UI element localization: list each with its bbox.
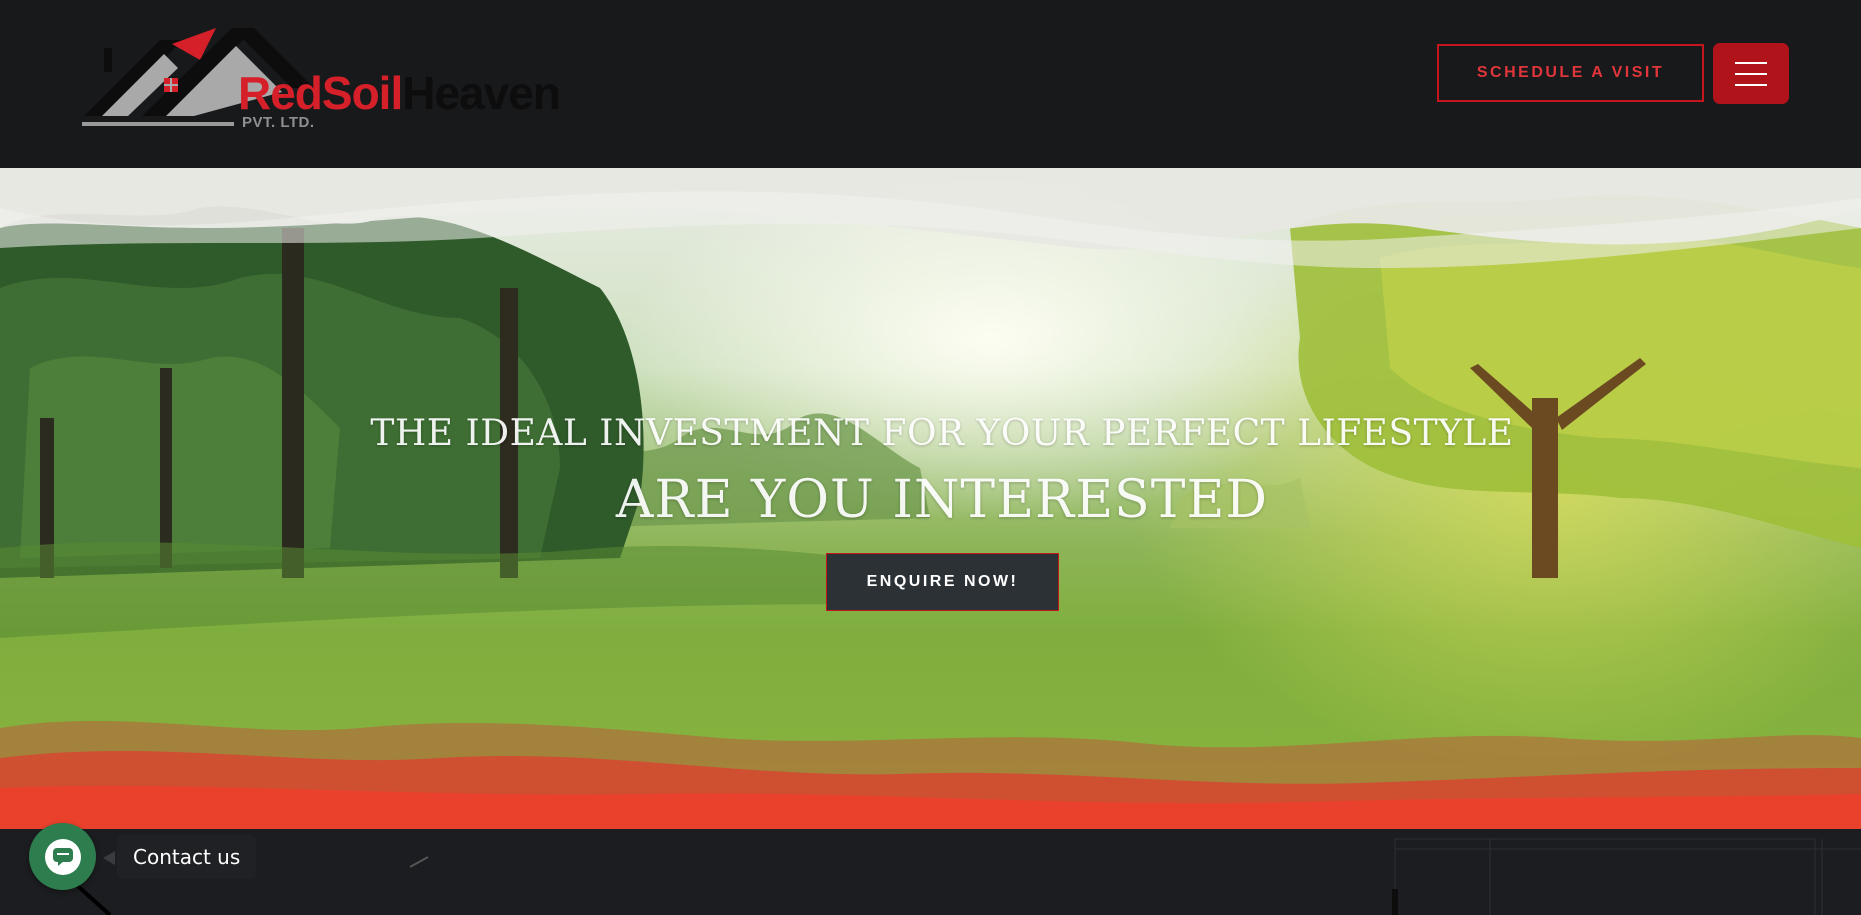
blueprint-background-image: [68, 838, 1861, 915]
logo-subtitle: PVT. LTD.: [242, 114, 315, 131]
chat-bubble-glyph: [52, 847, 73, 866]
chat-bubble-icon: [44, 838, 81, 875]
hamburger-menu-icon-line: [1735, 72, 1767, 75]
next-section-preview: [0, 829, 1861, 915]
logo-wordmark: RedSoilHeaven: [238, 67, 561, 119]
contact-label-arrow: [103, 851, 115, 865]
schedule-visit-button[interactable]: SCHEDULE A VISIT: [1437, 44, 1704, 102]
contact-chat-button[interactable]: [29, 823, 96, 890]
hamburger-menu-icon-line: [1735, 83, 1767, 86]
hero-subtitle: THE IDEAL INVESTMENT FOR YOUR PERFECT LI…: [370, 413, 1514, 454]
contact-us-label[interactable]: Contact us: [117, 835, 257, 879]
enquire-now-button[interactable]: ENQUIRE NOW!: [826, 553, 1059, 611]
site-logo[interactable]: RedSoilHeaven PVT. LTD.: [82, 26, 561, 136]
hero-title: ARE YOU INTERESTED: [615, 470, 1269, 530]
menu-button[interactable]: [1713, 43, 1789, 104]
hero-section: THE IDEAL INVESTMENT FOR YOUR PERFECT LI…: [0, 168, 1861, 829]
logo-word-black: Heaven: [402, 67, 561, 119]
logo-word-red: RedSoil: [238, 67, 403, 119]
hamburger-menu-icon: [1735, 61, 1767, 64]
site-header: RedSoilHeaven PVT. LTD. SCHEDULE A VISIT: [0, 0, 1861, 168]
